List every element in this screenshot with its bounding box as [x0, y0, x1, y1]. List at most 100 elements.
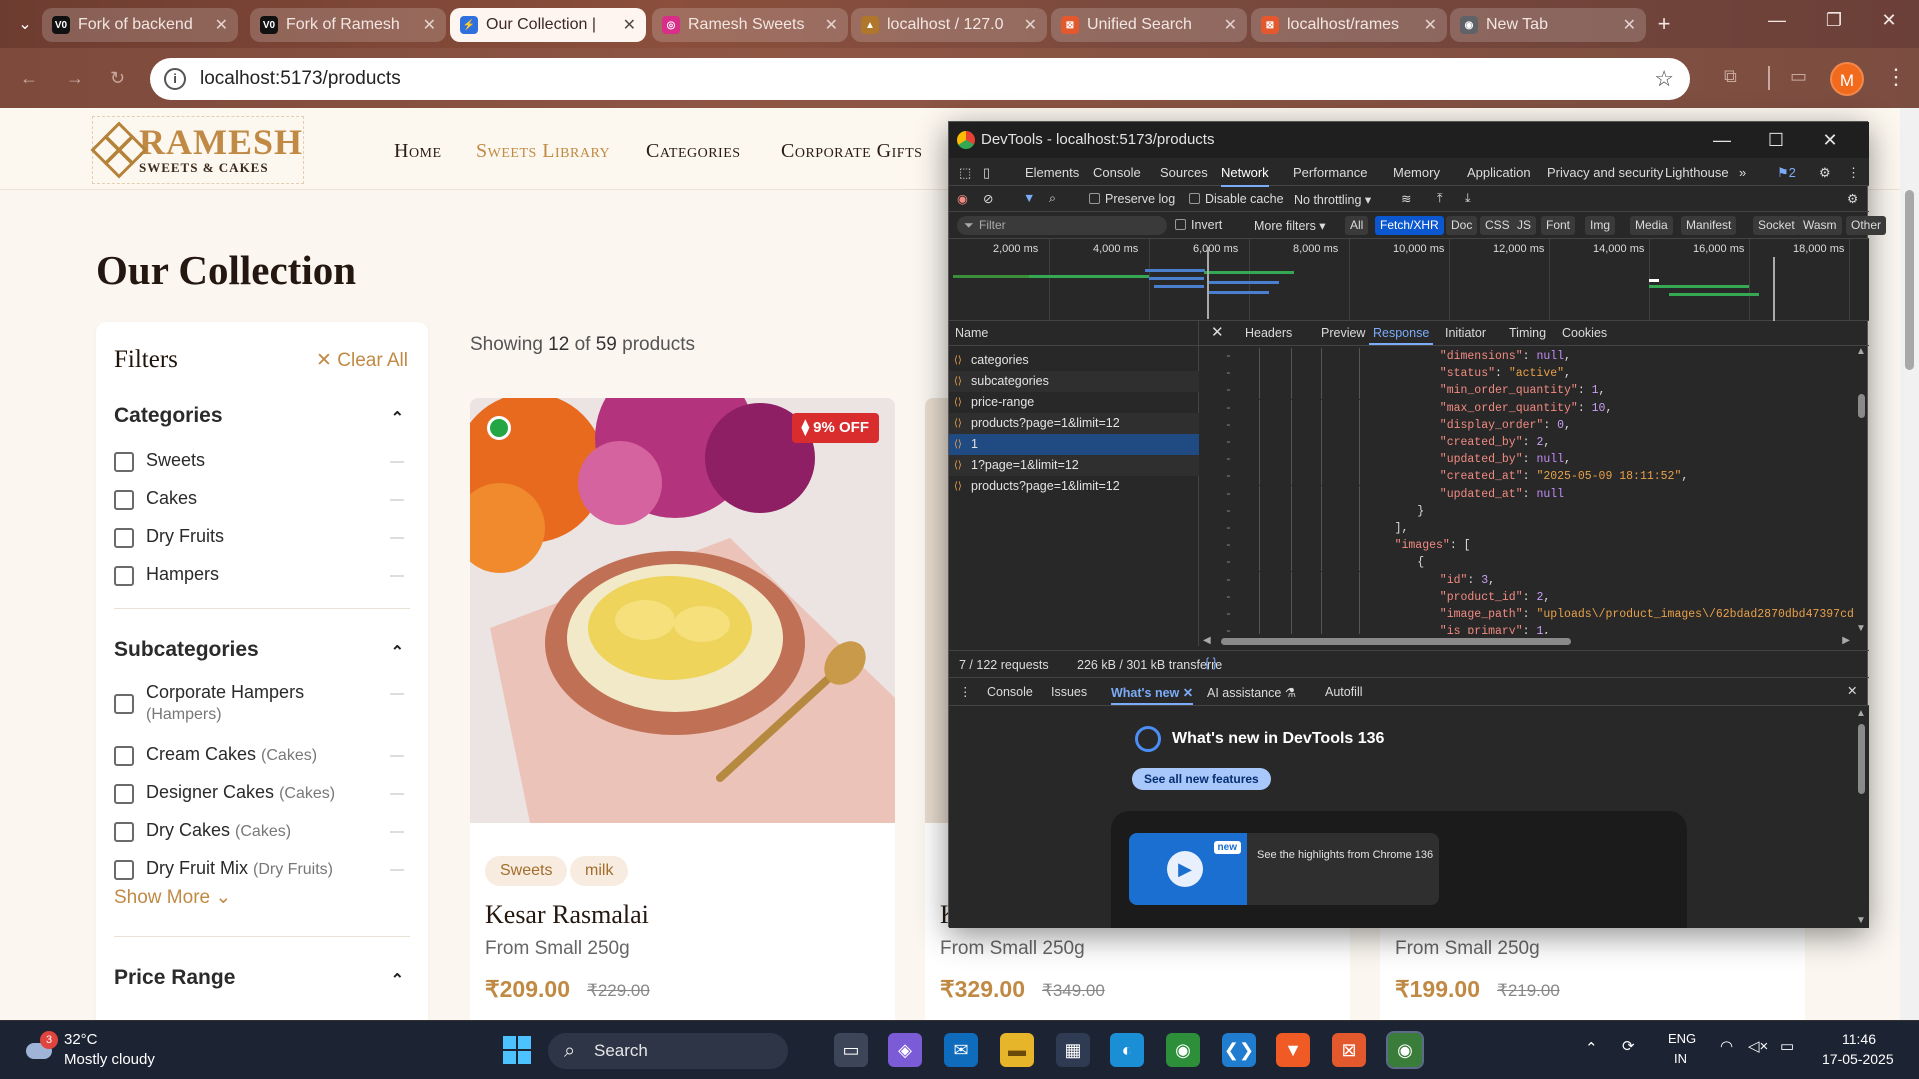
play-icon[interactable]: ▶ — [1167, 851, 1203, 887]
clear-log-icon[interactable]: ⊘ — [983, 191, 993, 206]
clock-date[interactable]: 17-05-2025 — [1822, 1051, 1894, 1067]
subcategory-checkbox[interactable] — [114, 746, 134, 766]
clock-time[interactable]: 11:46 — [1842, 1031, 1876, 1047]
close-detail-icon[interactable]: ✕ — [1211, 323, 1224, 341]
forward-icon[interactable]: → — [66, 68, 84, 89]
subcategory-checkbox-item[interactable]: Corporate Hampers (Hampers) — [114, 682, 404, 724]
subcategory-label[interactable]: Designer Cakes (Cakes) — [146, 782, 335, 803]
sync-icon[interactable]: ⟳ — [1622, 1037, 1635, 1055]
subcategory-checkbox[interactable] — [114, 822, 134, 842]
subcategory-checkbox[interactable] — [114, 694, 134, 714]
subcategories-heading[interactable]: Subcategories — [114, 638, 259, 662]
address-url[interactable]: localhost:5173/products — [200, 68, 401, 90]
detail-tab-timing[interactable]: Timing — [1509, 326, 1546, 340]
devtools-maximize-button[interactable]: ☐ — [1753, 122, 1799, 158]
subcategory-checkbox[interactable] — [114, 860, 134, 880]
request-row[interactable]: subcategories — [949, 371, 1199, 392]
issues-counter[interactable]: ⚑2 — [1777, 165, 1796, 181]
drawer-scrollbar[interactable]: ▲ ▼ — [1854, 706, 1869, 928]
request-row[interactable]: products?page=1&limit=12 — [949, 476, 1199, 497]
product-tag[interactable]: Sweets — [485, 856, 568, 886]
tab-close-icon[interactable]: ✕ — [1424, 15, 1437, 35]
subcategory-label[interactable]: Dry Cakes (Cakes) — [146, 820, 291, 841]
file-explorer-icon[interactable]: ▬ — [1000, 1033, 1034, 1067]
category-checkbox[interactable] — [114, 490, 134, 510]
detail-tab-cookies[interactable]: Cookies — [1562, 326, 1607, 340]
product-card[interactable]: ⧫ 9% OFF Sweets milk Kesar Rasmalai From… — [470, 398, 895, 1020]
browser-tab[interactable]: V0 Fork of Ramesh ✕ — [250, 8, 446, 42]
sidebar-icon[interactable]: ▭ — [1790, 66, 1816, 92]
price-range-heading[interactable]: Price Range — [114, 966, 235, 990]
devtools-tab-elements[interactable]: Elements — [1025, 165, 1079, 180]
see-all-features-button[interactable]: See all new features — [1132, 768, 1271, 790]
request-row[interactable]: products?page=1&limit=12 — [949, 413, 1199, 434]
subcategory-checkbox-item[interactable]: Designer Cakes (Cakes) — [114, 782, 404, 804]
page-scrollbar[interactable] — [1900, 108, 1919, 1020]
reload-icon[interactable]: ↻ — [110, 68, 125, 89]
bookmark-star-icon[interactable]: ☆ — [1654, 66, 1674, 92]
subcategory-label[interactable]: Dry Fruit Mix (Dry Fruits) — [146, 858, 333, 879]
subcategory-checkbox-item[interactable]: Dry Fruit Mix (Dry Fruits) — [114, 858, 404, 880]
category-checkbox[interactable] — [114, 528, 134, 548]
nav-categories[interactable]: Categories — [646, 140, 741, 163]
weather-condition[interactable]: Mostly cloudy — [64, 1051, 155, 1068]
taskbar-search[interactable]: ⌕ Search — [548, 1033, 788, 1069]
product-title[interactable]: Kesar Rasmalai — [485, 900, 649, 930]
weather-temp[interactable]: 32°C — [64, 1031, 98, 1048]
tab-close-icon[interactable]: ✕ — [623, 15, 636, 35]
category-label[interactable]: Cakes — [146, 488, 197, 509]
network-overview-timeline[interactable]: 2,000 ms 4,000 ms 6,000 ms 8,000 ms 10,000 m… — [949, 239, 1869, 321]
devtools-tab-console[interactable]: Console — [1093, 165, 1141, 180]
category-label[interactable]: Dry Fruits — [146, 526, 224, 547]
devtools-tab-lighthouse[interactable]: Lighthouse — [1665, 165, 1729, 180]
nav-home[interactable]: Home — [394, 140, 442, 163]
request-row[interactable]: 1?page=1&limit=12 — [949, 455, 1199, 476]
export-har-icon[interactable]: ⤓ — [1465, 191, 1471, 206]
category-checkbox-item[interactable]: Cakes — [114, 488, 404, 510]
category-label[interactable]: Sweets — [146, 450, 205, 471]
response-body[interactable]: - "dimensions": null, - "status": "active",… — [1199, 346, 1854, 634]
detail-tab-preview[interactable]: Preview — [1321, 326, 1365, 340]
preserve-log-checkbox[interactable]: Preserve log — [1089, 192, 1175, 206]
nav-sweets-library[interactable]: Sweets Library — [476, 140, 610, 163]
clear-all-button[interactable]: ✕ Clear All — [316, 349, 408, 372]
brave-icon[interactable]: ▼ — [1276, 1033, 1310, 1067]
devtools-tab-network[interactable]: Network — [1221, 165, 1269, 187]
xampp-icon[interactable]: ⊠ — [1332, 1033, 1366, 1067]
drawer-tab[interactable]: Console — [987, 685, 1033, 699]
wifi-icon[interactable]: ◠ — [1720, 1037, 1733, 1055]
subcategory-label[interactable]: Corporate Hampers (Hampers) — [146, 682, 346, 724]
devtools-close-button[interactable]: ✕ — [1807, 122, 1853, 158]
browser-tab[interactable]: ◎ Ramesh Sweets ✕ — [652, 8, 848, 42]
detail-tab-response[interactable]: Response — [1368, 326, 1434, 345]
page-scrollbar-thumb[interactable] — [1905, 190, 1914, 370]
throttling-select[interactable]: No throttling ▾ — [1294, 192, 1371, 207]
name-column-header[interactable]: Name — [949, 321, 1199, 346]
pretty-print-icon[interactable]: { } — [1205, 656, 1217, 670]
language-in[interactable]: IN — [1674, 1051, 1687, 1066]
task-view-icon[interactable]: ▭ — [834, 1033, 868, 1067]
type-filter-chip[interactable]: Img — [1585, 216, 1616, 235]
video-thumbnail[interactable]: ▶ new — [1129, 833, 1247, 905]
device-toolbar-icon[interactable]: ▯ — [983, 165, 990, 181]
category-checkbox[interactable] — [114, 452, 134, 472]
tab-search-icon[interactable]: ⌄ — [14, 14, 36, 36]
product-tag[interactable]: milk — [570, 856, 629, 886]
highlights-video-link[interactable]: ▶ new See the highlights from Chrome 136 — [1129, 833, 1439, 905]
new-tab-button[interactable]: + — [1650, 10, 1678, 38]
type-filter-chip[interactable]: Doc — [1446, 216, 1478, 235]
devtools-tab-application[interactable]: Application — [1467, 165, 1531, 180]
filter-toggle-icon[interactable]: ▼ — [1023, 191, 1035, 205]
category-checkbox-item[interactable]: Sweets — [114, 450, 404, 472]
subcategory-checkbox-item[interactable]: Cream Cakes (Cakes) — [114, 744, 404, 766]
type-filter-chip[interactable]: Fetch/XHR — [1375, 216, 1444, 235]
more-tabs-icon[interactable]: » — [1739, 165, 1746, 180]
start-windows-icon[interactable] — [500, 1033, 534, 1067]
chrome-active-icon[interactable]: ◉ — [1386, 1031, 1424, 1069]
browser-tab[interactable]: ⊠ localhost/rames ✕ — [1251, 8, 1447, 42]
site-logo[interactable]: RAMESH SWEETS & CAKES — [90, 116, 304, 184]
browser-tab[interactable]: ◉ New Tab ✕ — [1450, 8, 1646, 42]
network-filter-input[interactable]: ⏷ Filter — [957, 216, 1167, 235]
extensions-icon[interactable]: ⧉ — [1724, 66, 1750, 92]
type-filter-chip[interactable]: JS — [1512, 216, 1537, 235]
